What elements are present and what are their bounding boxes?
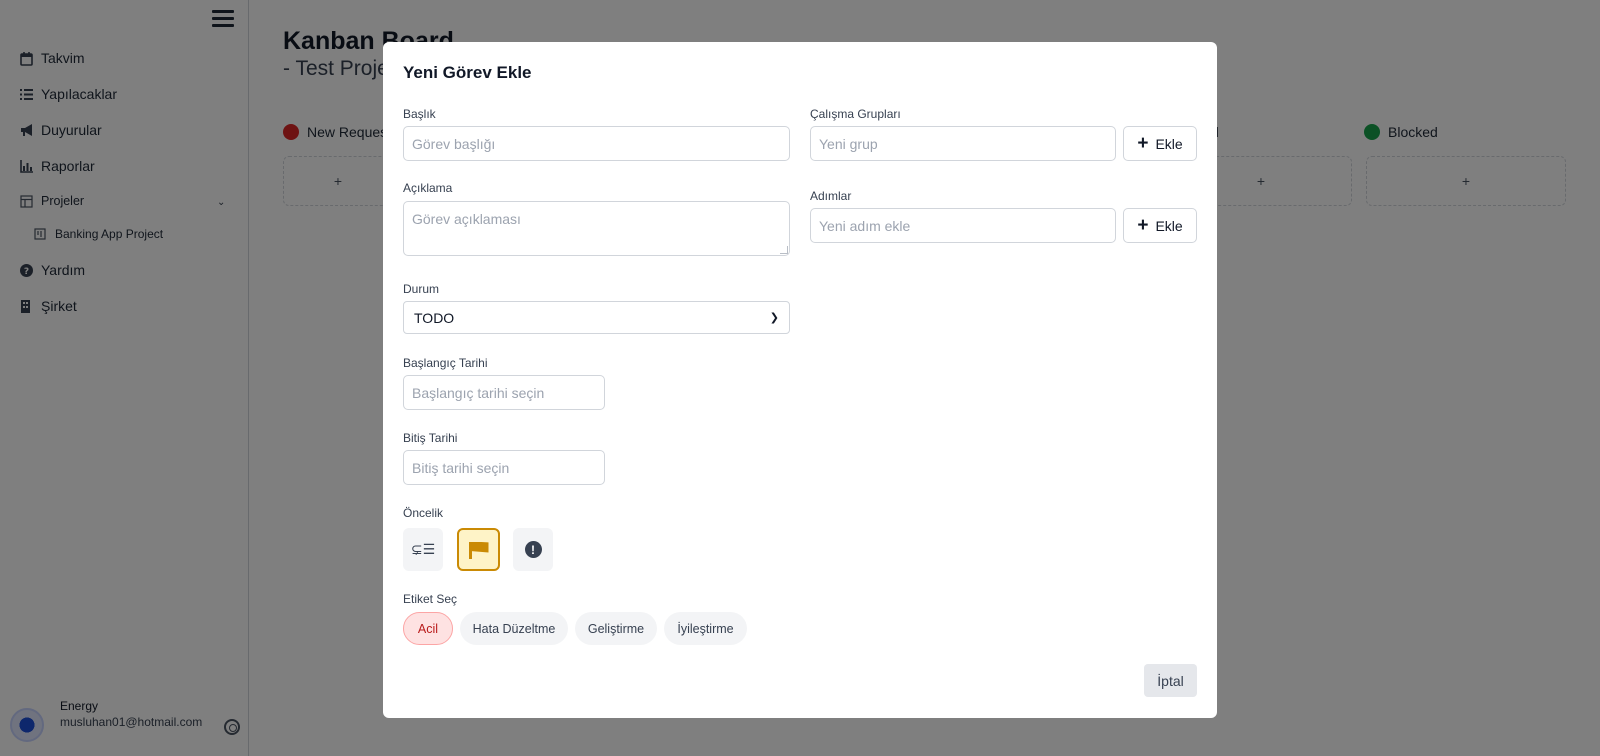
- start-date-label: Başlangıç Tarihi: [403, 356, 488, 370]
- add-group-button[interactable]: + Ekle: [1123, 126, 1197, 161]
- chevron-down-icon: ❯: [769, 312, 779, 324]
- step-input[interactable]: Yeni adım ekle: [810, 208, 1116, 243]
- tag-gelistirme[interactable]: Geliştirme: [575, 612, 657, 645]
- status-select[interactable]: TODO ❯: [403, 301, 790, 334]
- end-date-label: Bitiş Tarihi: [403, 431, 458, 445]
- start-date-input[interactable]: Başlangıç tarihi seçin: [403, 375, 605, 410]
- add-step-label: Ekle: [1155, 217, 1183, 234]
- priority-low-button[interactable]: ⊊☰: [403, 528, 443, 571]
- tag-hata-duzeltme[interactable]: Hata Düzeltme: [460, 612, 568, 645]
- priority-high-button[interactable]: !: [513, 528, 553, 571]
- plus-icon: +: [1137, 133, 1149, 154]
- new-task-modal: Yeni Görev Ekle Başlık Görev başlığı Açı…: [383, 42, 1217, 718]
- resize-handle[interactable]: [780, 246, 788, 254]
- status-label: Durum: [403, 282, 440, 296]
- work-group-input[interactable]: Yeni grup: [810, 126, 1116, 161]
- add-group-label: Ekle: [1155, 135, 1183, 152]
- tag-acil[interactable]: Acil: [403, 612, 453, 645]
- exclamation-icon: !: [524, 541, 542, 558]
- modal-title: Yeni Görev Ekle: [403, 63, 532, 82]
- description-textarea[interactable]: Görev açıklaması: [403, 201, 790, 256]
- tag-select-label: Etiket Seç: [403, 592, 458, 606]
- title-input[interactable]: Görev başlığı: [403, 126, 790, 161]
- title-label: Başlık: [403, 107, 436, 121]
- description-label: Açıklama: [403, 181, 453, 195]
- cancel-button[interactable]: İptal: [1144, 664, 1197, 697]
- steps-label: Adımlar: [810, 189, 852, 203]
- status-selected-value: TODO: [414, 309, 455, 326]
- priority-medium-button[interactable]: [457, 528, 500, 571]
- low-priority-icon: ⊊☰: [410, 541, 436, 557]
- priority-label: Öncelik: [403, 506, 444, 520]
- flag-icon: [468, 541, 489, 559]
- work-groups-label: Çalışma Grupları: [810, 107, 901, 121]
- plus-icon: +: [1137, 215, 1149, 236]
- add-step-button[interactable]: + Ekle: [1123, 208, 1197, 243]
- tag-iyilestirme[interactable]: İyileştirme: [664, 612, 747, 645]
- end-date-input[interactable]: Bitiş tarihi seçin: [403, 450, 605, 485]
- description-placeholder: Görev açıklaması: [412, 211, 521, 227]
